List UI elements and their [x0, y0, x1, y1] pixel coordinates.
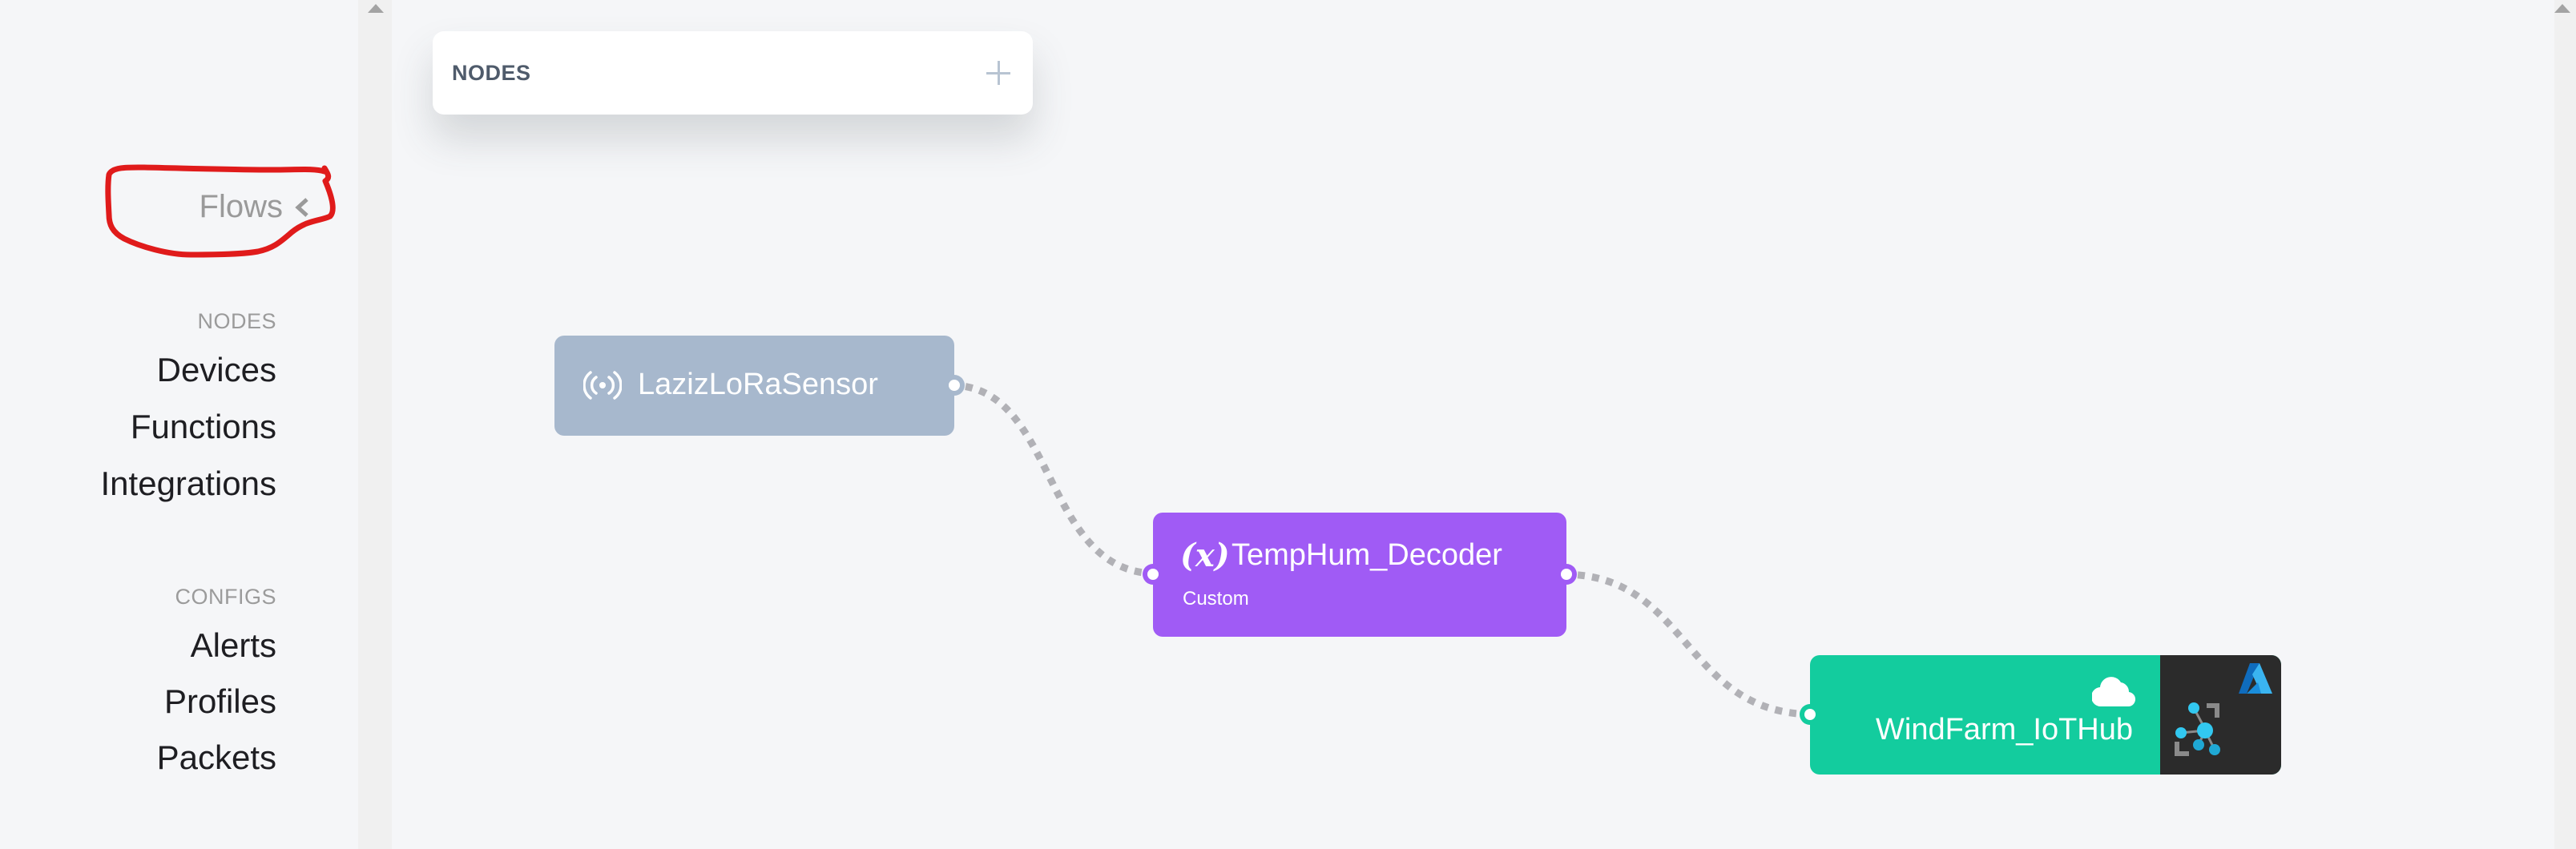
flow-node-device[interactable]: LazizLoRaSensor	[554, 336, 965, 436]
variable-x-icon: (x)	[1180, 537, 1230, 574]
radio-signal-icon	[583, 371, 622, 400]
node-title: WindFarm_IoTHub	[1876, 713, 2133, 746]
node-subtitle: Custom	[1183, 588, 1249, 610]
nodes-panel: NODES	[433, 31, 1033, 115]
nodes-panel-title: NODES	[452, 60, 531, 85]
integration-logo-panel	[2160, 655, 2281, 775]
azure-logo-icon	[2239, 663, 2272, 694]
input-port[interactable]	[1800, 704, 1820, 725]
node-title: TempHum_Decoder	[1232, 538, 1502, 572]
input-port[interactable]	[1143, 564, 1163, 585]
output-port[interactable]	[1556, 564, 1577, 585]
output-port[interactable]	[944, 375, 965, 396]
cloud-icon	[2092, 677, 2135, 706]
edge-function-to-integration[interactable]	[1562, 570, 1815, 718]
flow-node-integration[interactable]: WindFarm_IoTHub	[1800, 655, 2281, 775]
node-title: LazizLoRaSensor	[638, 368, 878, 401]
edge-device-to-function[interactable]	[950, 381, 1157, 577]
plus-icon[interactable]	[986, 61, 1010, 85]
flow-node-function[interactable]: (x) TempHum_Decoder Custom	[1143, 513, 1577, 637]
iot-hub-icon	[2175, 702, 2220, 756]
